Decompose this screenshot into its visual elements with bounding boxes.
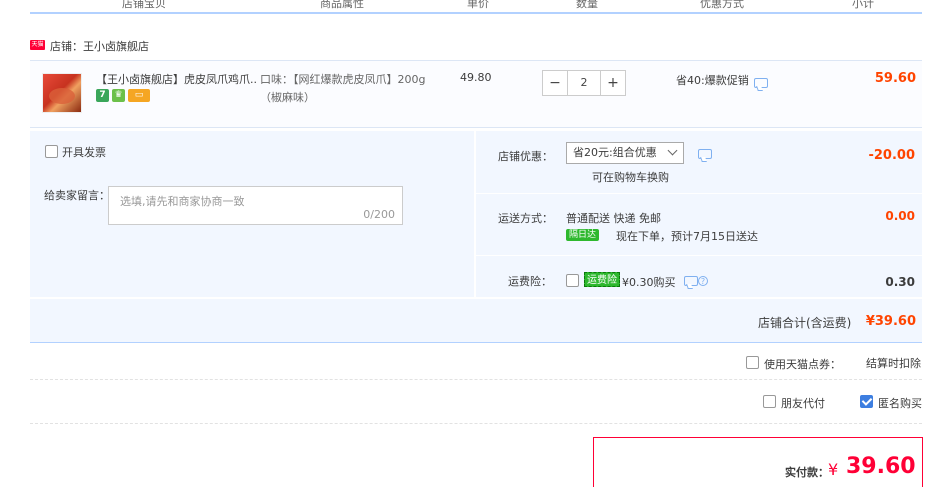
invoice-checkbox[interactable] [45, 145, 58, 158]
shop-discount-hint: 可在购物车换购 [592, 171, 669, 184]
divider [476, 255, 922, 256]
guarantee-icon[interactable]: ♛ [112, 89, 125, 102]
anonymous-label: 匿名购买 [878, 397, 922, 410]
message-label: 给卖家留言： [44, 189, 110, 202]
shop-total-amount: ¥39.60 [865, 314, 916, 329]
shop-discount-selected: 省20元:组合优惠 [573, 146, 657, 159]
friend-pay-checkbox[interactable] [763, 395, 776, 408]
shipping-label: 运送方式： [498, 212, 553, 225]
col-discount: 优惠方式 [700, 0, 744, 10]
insurance-price: ¥0.30购买 [622, 276, 676, 289]
anonymous-checkbox[interactable] [860, 395, 873, 408]
shop-name-link[interactable]: 店铺：王小卤旗舰店 [50, 38, 149, 54]
payment-summary-box: 实付款： ¥ 39.60 [593, 437, 923, 487]
insurance-chat-icon[interactable] [684, 276, 698, 286]
shipping-method: 普通配送 快递 免邮 [566, 212, 661, 225]
shop-total-label: 店铺合计(含运费) [758, 316, 852, 330]
shipping-amount: 0.00 [885, 209, 915, 223]
product-title-link[interactable]: 【王小卤旗舰店】虎皮凤爪鸡爪... [96, 71, 256, 87]
insurance-label: 运费险： [508, 275, 552, 288]
message-char-count: 0/200 [363, 208, 395, 221]
tmall-badge-icon: 天猫 [30, 40, 45, 50]
shipping-eta: 现在下单，预计7月15日送达 [616, 230, 758, 243]
seven-day-return-icon[interactable]: 7 [96, 89, 109, 102]
message-placeholder: 选填,请先和商家协商一致 [120, 195, 245, 208]
promo-chat-icon[interactable] [754, 78, 768, 88]
col-quantity: 数量 [576, 0, 598, 10]
insurance-tag: 运费险 [584, 272, 620, 287]
points-label: 使用天猫点券： [764, 358, 841, 371]
help-icon[interactable]: ? [698, 276, 708, 286]
col-unit-price: 单价 [467, 0, 489, 10]
insurance-checkbox[interactable] [566, 274, 579, 287]
col-shop-item: 店铺宝贝 [122, 0, 166, 10]
quantity-plus-button[interactable]: + [600, 70, 626, 96]
quantity-stepper: − 2 + [542, 70, 626, 96]
chevron-down-icon [667, 145, 678, 156]
discount-chat-icon[interactable] [698, 149, 712, 159]
shop-discount-label: 店铺优惠： [498, 150, 553, 163]
col-subtotal: 小计 [852, 0, 874, 10]
divider [476, 193, 922, 194]
quantity-minus-button[interactable]: − [542, 70, 568, 96]
divider [30, 379, 922, 380]
item-subtotal: 59.60 [874, 71, 916, 86]
quantity-input[interactable]: 2 [568, 70, 600, 96]
unit-price: 49.80 [460, 71, 492, 84]
friend-pay-label: 朋友代付 [781, 397, 825, 410]
product-thumbnail[interactable] [42, 73, 82, 113]
order-item-row: 【王小卤旗舰店】虎皮凤爪鸡爪... 7 ♛ ▭ 口味：【网红爆款虎皮凤爪】200… [30, 60, 922, 128]
points-note: 结算时扣除 [866, 357, 921, 370]
product-attributes: 口味：【网红爆款虎皮凤爪】200g（椒麻味） [260, 73, 426, 104]
shop-discount-amount: -20.00 [868, 148, 915, 163]
item-promotion: 省40:爆款促销 [676, 74, 749, 87]
payment-currency: ¥ [828, 460, 839, 479]
order-table-header: 店铺宝贝 商品属性 单价 数量 优惠方式 小计 [30, 0, 922, 14]
shop-discount-select[interactable]: 省20元:组合优惠 [566, 142, 684, 164]
divider [30, 423, 922, 424]
col-attributes: 商品属性 [320, 0, 364, 10]
shop-total-row: 店铺合计(含运费) ¥39.60 [30, 299, 922, 343]
points-checkbox[interactable] [746, 356, 759, 369]
buyer-options-panel: 开具发票 给卖家留言： 选填,请先和商家协商一致 0/200 [30, 131, 474, 297]
seller-message-textarea[interactable]: 选填,请先和商家协商一致 0/200 [108, 186, 403, 225]
payment-label: 实付款： [785, 466, 829, 479]
insurance-amount: 0.30 [885, 275, 915, 289]
credit-card-icon[interactable]: ▭ [128, 89, 150, 102]
invoice-label: 开具发票 [62, 146, 106, 159]
next-day-delivery-badge: 隔日达 [566, 229, 600, 241]
payment-amount: 39.60 [846, 454, 916, 479]
shop-options-panel: 店铺优惠： 省20元:组合优惠 可在购物车换购 -20.00 运送方式： 普通配… [476, 131, 922, 297]
